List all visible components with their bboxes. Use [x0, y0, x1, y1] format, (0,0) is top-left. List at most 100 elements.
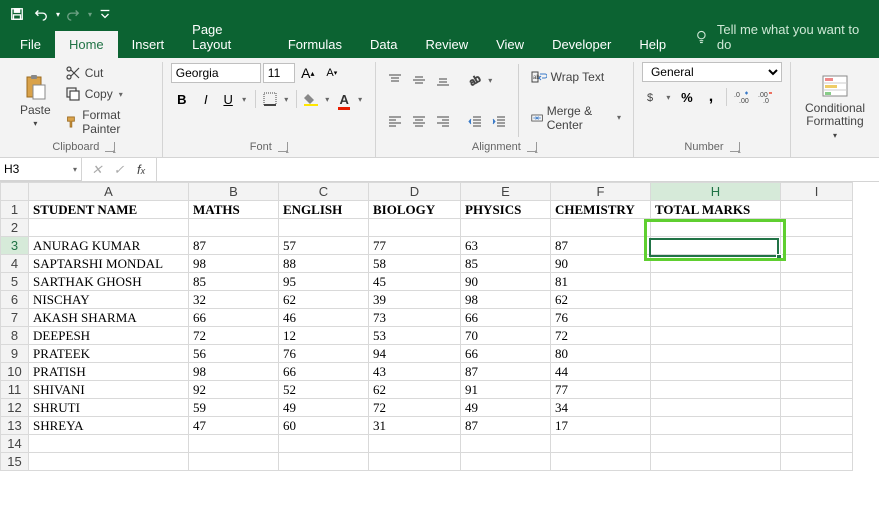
cell-I10[interactable] [781, 363, 853, 381]
cell-A2[interactable] [29, 219, 189, 237]
cell-C7[interactable]: 46 [279, 309, 369, 327]
cell-F11[interactable]: 77 [551, 381, 651, 399]
cell-F14[interactable] [551, 435, 651, 453]
cell-F6[interactable]: 62 [551, 291, 651, 309]
cell-D8[interactable]: 53 [369, 327, 461, 345]
redo-button[interactable] [62, 3, 84, 25]
cell-I14[interactable] [781, 435, 853, 453]
cell-F8[interactable]: 72 [551, 327, 651, 345]
cell-E3[interactable]: 63 [461, 237, 551, 255]
cell-C2[interactable] [279, 219, 369, 237]
cell-B11[interactable]: 92 [189, 381, 279, 399]
cell-B8[interactable]: 72 [189, 327, 279, 345]
cell-F1[interactable]: CHEMISTRY [551, 201, 651, 219]
cell-F13[interactable]: 17 [551, 417, 651, 435]
row-header-11[interactable]: 11 [1, 381, 29, 399]
cell-H1[interactable]: TOTAL MARKS [651, 201, 781, 219]
tab-file[interactable]: File [6, 31, 55, 58]
increase-font-button[interactable]: A▴ [297, 62, 319, 84]
copy-button[interactable]: Copy▾ [61, 84, 154, 104]
cell-E15[interactable] [461, 453, 551, 471]
column-header-A[interactable]: A [29, 183, 189, 201]
row-header-15[interactable]: 15 [1, 453, 29, 471]
cell-F7[interactable]: 76 [551, 309, 651, 327]
cell-H10[interactable] [651, 363, 781, 381]
cell-D13[interactable]: 31 [369, 417, 461, 435]
chevron-down-icon[interactable]: ▾ [73, 165, 77, 174]
row-header-14[interactable]: 14 [1, 435, 29, 453]
cell-B13[interactable]: 47 [189, 417, 279, 435]
cell-H12[interactable] [651, 399, 781, 417]
cell-C1[interactable]: ENGLISH [279, 201, 369, 219]
cell-B2[interactable] [189, 219, 279, 237]
cell-H9[interactable] [651, 345, 781, 363]
cell-H5[interactable] [651, 273, 781, 291]
cell-F15[interactable] [551, 453, 651, 471]
cell-I13[interactable] [781, 417, 853, 435]
cell-H2[interactable] [651, 219, 781, 237]
cell-F5[interactable]: 81 [551, 273, 651, 291]
row-header-8[interactable]: 8 [1, 327, 29, 345]
cell-H13[interactable] [651, 417, 781, 435]
row-header-12[interactable]: 12 [1, 399, 29, 417]
cell-H11[interactable] [651, 381, 781, 399]
italic-button[interactable]: I [195, 88, 217, 110]
tab-formulas[interactable]: Formulas [274, 31, 356, 58]
column-header-C[interactable]: C [279, 183, 369, 201]
underline-button[interactable]: U▾ [219, 88, 251, 110]
cell-E8[interactable]: 70 [461, 327, 551, 345]
cell-I11[interactable] [781, 381, 853, 399]
cut-button[interactable]: Cut [61, 63, 154, 83]
cell-B1[interactable]: MATHS [189, 201, 279, 219]
cell-B15[interactable] [189, 453, 279, 471]
cell-E6[interactable]: 98 [461, 291, 551, 309]
cell-C13[interactable]: 60 [279, 417, 369, 435]
percent-button[interactable]: % [676, 86, 698, 108]
tab-help[interactable]: Help [625, 31, 680, 58]
cell-I5[interactable] [781, 273, 853, 291]
number-launcher[interactable] [730, 142, 740, 152]
row-header-3[interactable]: 3 [1, 237, 29, 255]
cell-F2[interactable] [551, 219, 651, 237]
cell-A5[interactable]: SARTHAK GHOSH [29, 273, 189, 291]
align-bottom-button[interactable] [432, 69, 454, 91]
align-center-button[interactable] [408, 110, 430, 132]
tab-developer[interactable]: Developer [538, 31, 625, 58]
cell-B10[interactable]: 98 [189, 363, 279, 381]
comma-button[interactable]: , [700, 86, 722, 108]
align-top-button[interactable] [384, 69, 406, 91]
cell-E1[interactable]: PHYSICS [461, 201, 551, 219]
cell-I6[interactable] [781, 291, 853, 309]
border-button[interactable]: ▾ [260, 88, 292, 110]
column-header-H[interactable]: H [651, 183, 781, 201]
cell-D7[interactable]: 73 [369, 309, 461, 327]
wrap-text-button[interactable]: ab Wrap Text [527, 67, 625, 87]
align-middle-button[interactable] [408, 69, 430, 91]
decrease-indent-button[interactable] [464, 110, 486, 132]
cell-H3[interactable] [651, 237, 781, 255]
cell-C4[interactable]: 88 [279, 255, 369, 273]
cell-C5[interactable]: 95 [279, 273, 369, 291]
cell-A12[interactable]: SHRUTI [29, 399, 189, 417]
cell-F9[interactable]: 80 [551, 345, 651, 363]
cell-C15[interactable] [279, 453, 369, 471]
cell-D6[interactable]: 39 [369, 291, 461, 309]
select-all-corner[interactable] [1, 183, 29, 201]
row-header-5[interactable]: 5 [1, 273, 29, 291]
cell-D12[interactable]: 72 [369, 399, 461, 417]
cell-H14[interactable] [651, 435, 781, 453]
cell-I1[interactable] [781, 201, 853, 219]
cell-I2[interactable] [781, 219, 853, 237]
cell-A11[interactable]: SHIVANI [29, 381, 189, 399]
tab-page-layout[interactable]: Page Layout [178, 16, 274, 58]
cell-I12[interactable] [781, 399, 853, 417]
row-header-1[interactable]: 1 [1, 201, 29, 219]
row-header-10[interactable]: 10 [1, 363, 29, 381]
cell-A10[interactable]: PRATISH [29, 363, 189, 381]
cell-A15[interactable] [29, 453, 189, 471]
cell-B7[interactable]: 66 [189, 309, 279, 327]
tab-home[interactable]: Home [55, 31, 118, 58]
row-header-4[interactable]: 4 [1, 255, 29, 273]
cell-E5[interactable]: 90 [461, 273, 551, 291]
cell-B5[interactable]: 85 [189, 273, 279, 291]
